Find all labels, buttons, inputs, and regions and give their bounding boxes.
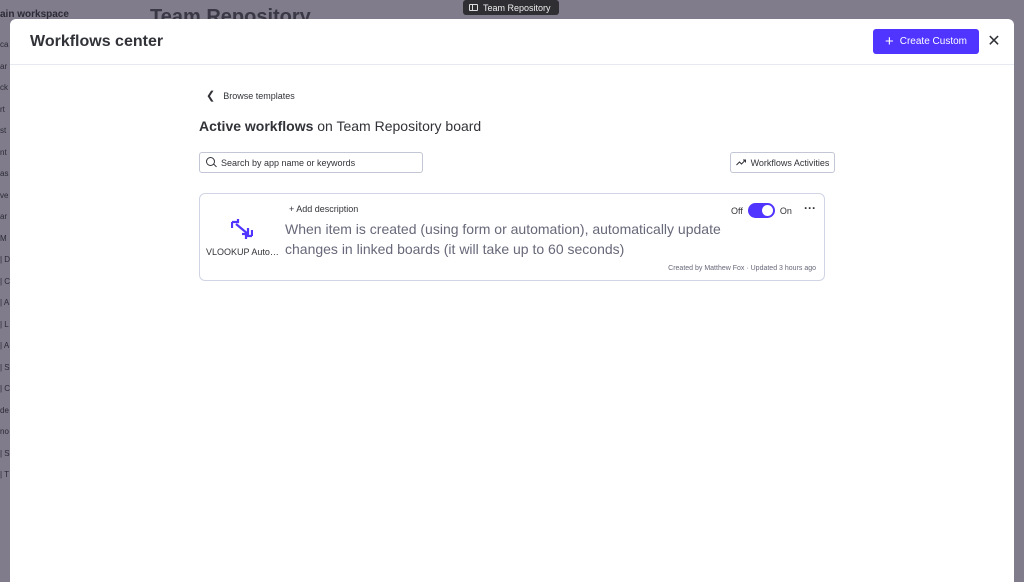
workflow-card[interactable]: VLOOKUP Auto… + Add description When ite… (199, 193, 825, 281)
page-heading: Active workflows on Team Repository boar… (199, 118, 481, 134)
toggle-off-label: Off (731, 205, 743, 216)
workflows-activities-button[interactable]: Workflows Activities (730, 152, 835, 173)
modal-header: Workflows center + Create Custom ✕ (10, 19, 1014, 65)
workflows-activities-label: Workflows Activities (750, 157, 830, 168)
close-icon[interactable]: ✕ (986, 33, 1002, 50)
activity-trend-icon (735, 159, 746, 166)
chevron-left-icon: ❮ (206, 90, 216, 102)
add-description-link[interactable]: + Add description (289, 204, 358, 214)
heading-bold: Active workflows (199, 118, 314, 134)
window-icon (469, 4, 478, 11)
search-box[interactable] (199, 152, 423, 173)
workflow-enable-toggle[interactable] (747, 203, 775, 218)
more-options-icon[interactable]: ··· (804, 201, 816, 215)
workflow-app-name: VLOOKUP Auto… (206, 247, 278, 257)
browse-templates-label: Browse templates (223, 90, 295, 101)
search-input[interactable] (221, 157, 411, 168)
search-icon (206, 157, 217, 168)
window-title-chip: Team Repository (463, 0, 559, 15)
heading-rest: on Team Repository board (313, 118, 482, 134)
workflow-toggle-group: Off On (731, 203, 792, 218)
modal-title: Workflows center (30, 33, 164, 50)
plus-icon: + (884, 32, 894, 50)
window-title: Team Repository (483, 2, 551, 13)
workflows-modal: Workflows center + Create Custom ✕ ❮ Bro… (10, 19, 1014, 582)
browse-templates-link[interactable]: ❮ Browse templates (206, 89, 295, 102)
toggle-on-label: On (779, 205, 792, 216)
toggle-knob (761, 205, 773, 216)
vlookup-icon (231, 219, 253, 239)
create-custom-button[interactable]: + Create Custom (873, 29, 979, 54)
workflow-meta: Created by Matthew Fox · Updated 3 hours… (668, 265, 816, 272)
create-custom-label: Create Custom (899, 36, 967, 47)
workflow-description: When item is created (using form or auto… (285, 221, 721, 257)
